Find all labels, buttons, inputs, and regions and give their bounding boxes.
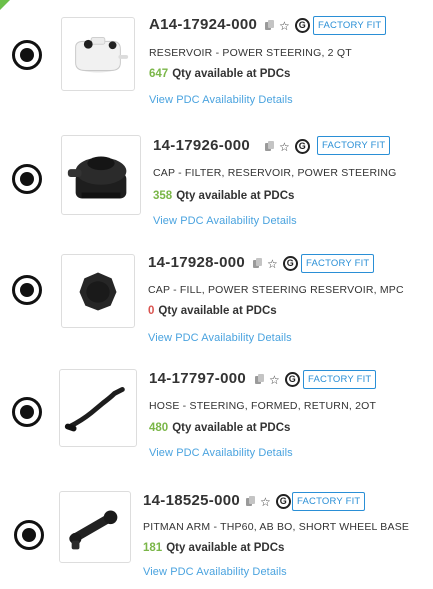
radio-selected-icon[interactable]	[14, 520, 44, 550]
radio-selected-icon[interactable]	[12, 275, 42, 305]
factory-fit-badge: FACTORY FIT	[292, 492, 366, 511]
factory-fit-badge: FACTORY FIT	[317, 136, 391, 155]
qty-line: 480 Qty available at PDCs	[149, 422, 290, 434]
factory-fit-badge: FACTORY FIT	[303, 370, 377, 389]
qty-count: 181	[143, 542, 163, 554]
view-pdc-availability-link[interactable]: View PDC Availability Details	[148, 332, 292, 344]
qty-count: 0	[148, 305, 155, 317]
part-actions: ☆ G	[265, 139, 315, 154]
part-image-fill-cap[interactable]	[61, 254, 135, 328]
radio-selected-icon[interactable]	[12, 164, 42, 194]
part-actions: ☆ G	[255, 372, 305, 387]
copy-icon[interactable]	[253, 258, 262, 269]
genuine-g-icon: G	[284, 372, 300, 387]
star-icon[interactable]: ☆	[260, 496, 271, 508]
part-description: PITMAN ARM - THP60, AB BO, SHORT WHEEL B…	[143, 521, 410, 533]
qty-count: 480	[149, 422, 169, 434]
factory-fit-badge: FACTORY FIT	[301, 254, 375, 273]
qty-label: Qty available at PDCs	[172, 422, 291, 434]
genuine-g-icon: G	[275, 494, 291, 509]
genuine-g-icon: G	[294, 139, 310, 154]
qty-line: 358 Qty available at PDCs	[153, 190, 294, 202]
part-number[interactable]: 14-17926-000	[153, 137, 250, 154]
qty-line: 0 Qty available at PDCs	[148, 305, 277, 317]
part-actions: ☆ G	[253, 256, 303, 271]
part-image-filter-cap[interactable]	[61, 135, 141, 215]
star-icon[interactable]: ☆	[279, 141, 290, 153]
qty-label: Qty available at PDCs	[158, 305, 277, 317]
qty-label: Qty available at PDCs	[176, 190, 295, 202]
copy-icon[interactable]	[246, 496, 255, 507]
part-image-hose[interactable]	[59, 369, 137, 447]
part-number[interactable]: 14-17928-000	[148, 254, 245, 271]
copy-icon[interactable]	[255, 374, 264, 385]
part-number[interactable]: 14-17797-000	[149, 370, 246, 387]
part-row: 14-18525-000 ☆ G FACTORY FIT PITMAN ARM …	[0, 0, 433, 578]
part-actions: ☆ G	[246, 494, 296, 509]
qty-label: Qty available at PDCs	[166, 542, 285, 554]
view-pdc-availability-link[interactable]: View PDC Availability Details	[143, 566, 287, 578]
part-number[interactable]: 14-18525-000	[143, 492, 240, 509]
star-icon[interactable]: ☆	[269, 374, 280, 386]
part-description: CAP - FILL, POWER STEERING RESERVOIR, MP…	[148, 284, 404, 296]
radio-selected-icon[interactable]	[12, 397, 42, 427]
part-description: CAP - FILTER, RESERVOIR, POWER STEERING	[153, 167, 397, 179]
qty-count: 358	[153, 190, 173, 202]
view-pdc-availability-link[interactable]: View PDC Availability Details	[149, 447, 293, 459]
copy-icon[interactable]	[265, 141, 274, 152]
genuine-g-icon: G	[282, 256, 298, 271]
part-description: HOSE - STEERING, FORMED, RETURN, 2OT	[149, 400, 377, 412]
part-image-pitman-arm[interactable]	[59, 491, 131, 563]
star-icon[interactable]: ☆	[267, 258, 278, 270]
qty-line: 181 Qty available at PDCs	[143, 542, 284, 554]
view-pdc-availability-link[interactable]: View PDC Availability Details	[153, 215, 297, 227]
